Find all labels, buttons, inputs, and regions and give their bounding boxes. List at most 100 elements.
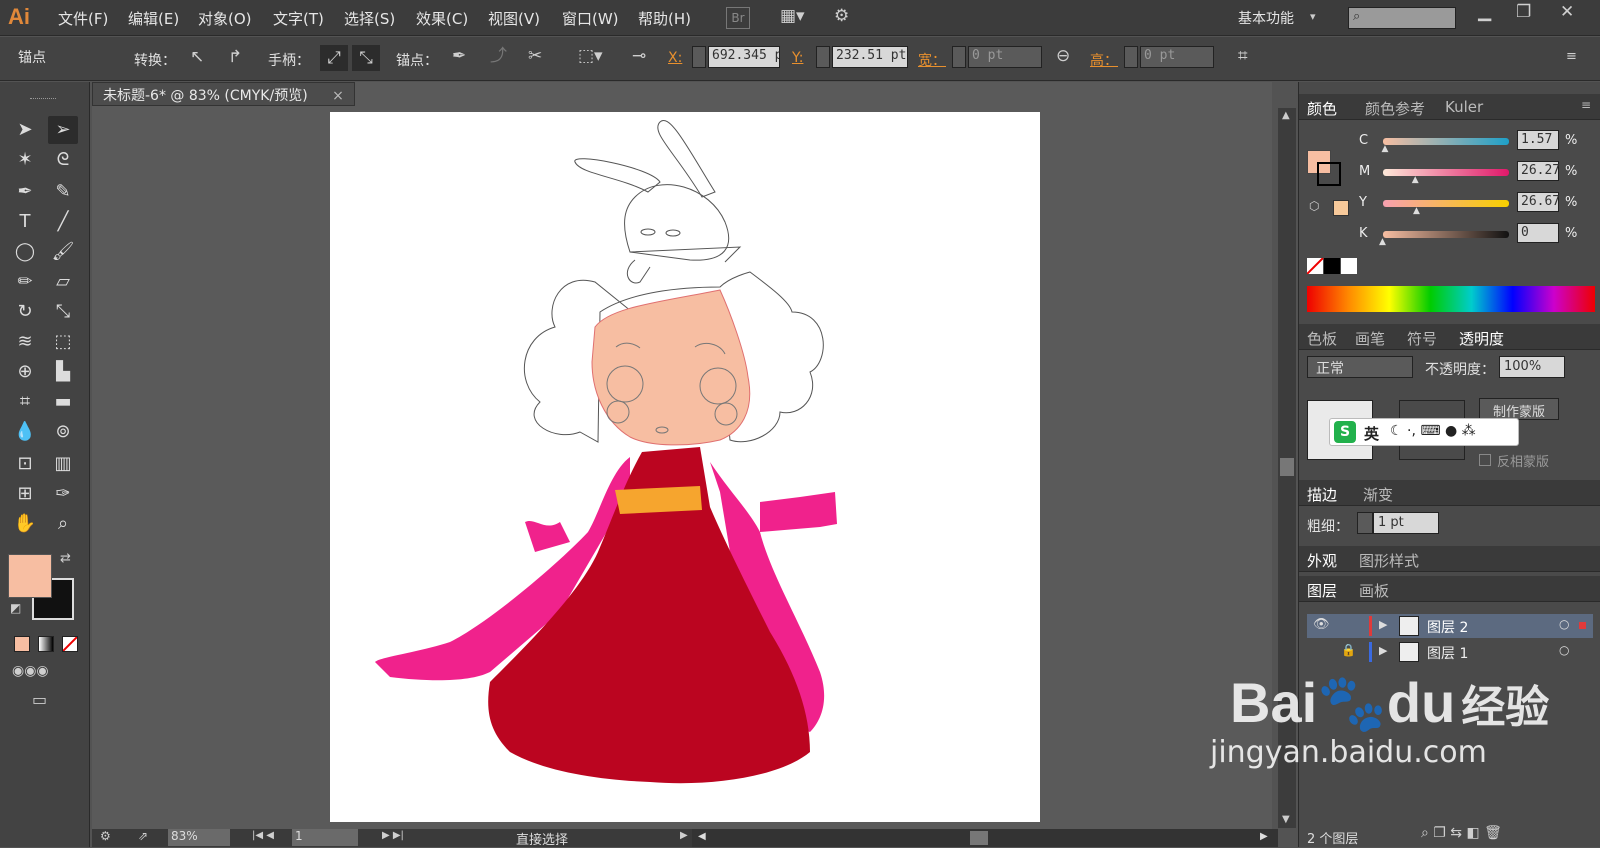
curvature-tool-icon[interactable]: ✎	[48, 178, 78, 206]
panel-menu-icon[interactable]: ≡	[1581, 98, 1591, 112]
page-field[interactable]: 1	[292, 829, 358, 846]
tab-stroke[interactable]: 描边	[1307, 484, 1337, 505]
gradient-tool-icon[interactable]: ▬	[48, 388, 78, 416]
menu-type[interactable]: 文字(T)	[273, 8, 324, 29]
direct-selection-tool-icon[interactable]: ➢	[48, 116, 78, 144]
arrange-documents-icon[interactable]: ▦▾	[780, 8, 805, 25]
scale-tool-icon[interactable]: ⤡	[48, 298, 78, 326]
close-window-button[interactable]: ✕	[1560, 4, 1574, 21]
x-stepper[interactable]	[692, 46, 706, 68]
swap-colors-icon[interactable]: ⇄	[60, 552, 71, 565]
blend-tool-icon[interactable]: ⊚	[48, 418, 78, 446]
tab-kuler[interactable]: Kuler	[1445, 98, 1483, 116]
tab-artboards[interactable]: 画板	[1359, 580, 1389, 601]
invert-mask-checkbox[interactable]	[1479, 454, 1491, 466]
panel-grip[interactable]	[30, 98, 56, 101]
convert-to-smooth-icon[interactable]: ↱	[228, 49, 242, 66]
channel-value[interactable]: 26.27	[1517, 161, 1560, 181]
channel-slider[interactable]	[1383, 231, 1509, 238]
layer-name[interactable]: 图层 1	[1427, 643, 1468, 663]
ime-toolbar[interactable]: S 英 ☾ ·, ⌨ ● ⁂	[1329, 418, 1519, 446]
tab-swatches[interactable]: 色板	[1307, 328, 1337, 349]
slice-tool-icon[interactable]: ✑	[48, 480, 78, 508]
menu-edit[interactable]: 编辑(E)	[128, 8, 179, 29]
channel-value[interactable]: 0	[1517, 223, 1559, 243]
graph-tool-icon[interactable]: ▥	[48, 450, 78, 478]
blend-mode-select[interactable]: 正常	[1307, 356, 1413, 378]
line-tool-icon[interactable]: ╱	[48, 208, 78, 236]
tab-color[interactable]: 颜色	[1307, 98, 1337, 119]
show-handles-icon[interactable]: ⤢	[320, 45, 348, 71]
out-of-gamut-swatch[interactable]	[1333, 200, 1349, 216]
eyedropper-icon[interactable]: 💧	[10, 418, 40, 446]
remove-anchor-icon[interactable]: ✒	[452, 48, 466, 65]
y-field[interactable]: 232.51 pt	[832, 46, 908, 68]
ime-mode-label[interactable]: 英	[1364, 423, 1379, 444]
document-tab[interactable]: 未标题-6* @ 83% (CMYK/预览) ×	[92, 82, 355, 106]
minimize-button[interactable]: ▁	[1478, 4, 1491, 21]
bridge-button[interactable]: Br	[726, 7, 750, 29]
expand-icon[interactable]: ▶	[1379, 618, 1387, 631]
channel-m[interactable]: M ▲ 26.27%	[1359, 161, 1595, 185]
warp-tool-icon[interactable]: ≋	[10, 328, 40, 356]
isolate-icon[interactable]: ⬚▾	[578, 48, 603, 65]
zoom-field[interactable]: 83%	[168, 829, 230, 846]
tab-brushes[interactable]: 画笔	[1355, 328, 1385, 349]
horizontal-scrollbar[interactable]: ◀ ▶	[692, 829, 1278, 847]
gpu-performance-icon[interactable]: ⚙	[834, 8, 849, 25]
tab-transparency[interactable]: 透明度	[1459, 328, 1504, 349]
lock-icon[interactable]: 🔒	[1341, 643, 1356, 657]
free-transform-icon[interactable]: ⬚	[48, 328, 78, 356]
menu-effect[interactable]: 效果(C)	[416, 8, 468, 29]
illustration[interactable]	[330, 112, 1040, 822]
scroll-right-icon[interactable]: ▶	[1260, 831, 1268, 842]
shape-builder-icon[interactable]: ⊕	[10, 358, 40, 386]
channel-slider[interactable]	[1383, 138, 1509, 145]
link-icon[interactable]: ⊖	[1056, 48, 1070, 65]
first-page-icon[interactable]: |◀ ◀	[252, 831, 274, 841]
menu-select[interactable]: 选择(S)	[344, 8, 395, 29]
menu-object[interactable]: 对象(O)	[198, 8, 252, 29]
y-stepper[interactable]	[816, 46, 830, 68]
tab-gradient[interactable]: 渐变	[1363, 484, 1393, 505]
scroll-down-icon[interactable]: ▼	[1282, 814, 1290, 825]
align-anchor-icon[interactable]: ⊸	[632, 48, 646, 65]
next-page-icon[interactable]: ▶ ▶|	[382, 831, 404, 841]
symbol-sprayer-icon[interactable]: ⊡	[10, 450, 40, 478]
default-colors-icon[interactable]: ◩	[10, 602, 21, 614]
eye-icon[interactable]: 👁	[1313, 617, 1330, 632]
transform-icon[interactable]: ⌗	[1238, 48, 1248, 65]
lasso-icon[interactable]: ᘓ	[48, 146, 78, 174]
tab-graphic-styles[interactable]: 图形样式	[1359, 550, 1419, 571]
zoom-tool-icon[interactable]: ⌕	[48, 510, 78, 538]
color-spectrum[interactable]	[1307, 286, 1595, 312]
tab-symbols[interactable]: 符号	[1407, 328, 1437, 349]
x-field[interactable]: 692.345 p	[708, 46, 780, 68]
pencil-tool-icon[interactable]: ✏	[10, 268, 40, 296]
hscroll-thumb[interactable]	[970, 831, 988, 845]
close-tab-icon[interactable]: ×	[332, 88, 344, 104]
draw-mode-icons[interactable]: ◉◉◉	[12, 664, 49, 678]
opacity-field[interactable]: 100%	[1499, 356, 1565, 378]
layers-footer-icons[interactable]: ⌕ ❐ ⇆ ◧ 🗑	[1421, 826, 1502, 840]
restore-button[interactable]: ❐	[1516, 4, 1531, 21]
color-stroke-swatch[interactable]	[1317, 162, 1341, 186]
layer-name[interactable]: 图层 2	[1427, 617, 1468, 637]
channel-slider[interactable]	[1383, 200, 1509, 207]
artboard-tool-icon[interactable]: ⊞	[10, 480, 40, 508]
status-menu-icon[interactable]: ▶	[680, 831, 688, 841]
mesh-tool-icon[interactable]: ⌗	[10, 388, 40, 416]
share-icon[interactable]: ⇗	[138, 830, 148, 842]
menu-file[interactable]: 文件(F)	[58, 8, 108, 29]
channel-y[interactable]: Y ▲ 26.67%	[1359, 192, 1595, 216]
stroke-stepper[interactable]	[1357, 512, 1373, 534]
expand-icon[interactable]: ▶	[1379, 644, 1387, 657]
help-search-input[interactable]: ⌕	[1348, 7, 1456, 29]
fill-swatch[interactable]	[8, 554, 52, 598]
cut-path-icon[interactable]: ✂	[528, 48, 542, 65]
menu-help[interactable]: 帮助(H)	[638, 8, 691, 29]
stroke-weight-field[interactable]: 1 pt	[1373, 512, 1439, 534]
convert-to-corner-icon[interactable]: ↖	[190, 49, 204, 66]
hide-handles-icon[interactable]: ⤡	[352, 45, 380, 71]
slider-thumb[interactable]: ▲	[1413, 206, 1420, 216]
